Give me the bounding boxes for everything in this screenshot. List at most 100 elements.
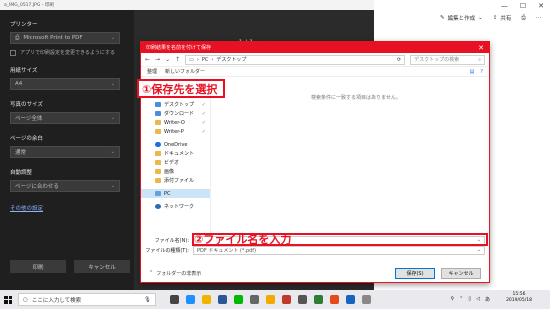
filetype-label: ファイルの種類(T): bbox=[145, 247, 189, 254]
organize-button[interactable]: 整理 bbox=[147, 68, 157, 75]
more-icon[interactable]: ⋯ bbox=[536, 15, 542, 21]
photos-toolbar: ✎ 編集と作成 ⌄ ⇪ 共有 ⎙ ⋯ bbox=[440, 14, 542, 23]
nav-item-pictures[interactable]: 画像 bbox=[141, 167, 210, 176]
printer-select[interactable]: ⎙ Microsoft Print to PDF ⌄ bbox=[10, 32, 120, 44]
pc-icon bbox=[155, 191, 161, 196]
app-icon-red[interactable] bbox=[282, 295, 291, 304]
help-icon[interactable]: ? bbox=[480, 69, 483, 75]
word-icon[interactable] bbox=[346, 295, 355, 304]
excel-icon[interactable] bbox=[314, 295, 323, 304]
printer-label: プリンター bbox=[10, 22, 38, 28]
print-settings-pane: プリンター ⎙ Microsoft Print to PDF ⌄ アプリで印刷設… bbox=[0, 10, 134, 290]
microphone-icon[interactable]: 🎙 bbox=[144, 297, 151, 303]
new-folder-button[interactable]: 新しいフォルダー bbox=[165, 68, 205, 75]
chevron-down-icon: ⌄ bbox=[476, 247, 481, 253]
view-options-icon[interactable]: ▤ bbox=[470, 69, 475, 75]
annotation-step2: ②ファイル名を入力 bbox=[194, 233, 292, 246]
file-explorer-icon[interactable] bbox=[202, 295, 211, 304]
network-icon bbox=[155, 204, 161, 209]
auto-adjust-select[interactable]: ページに合わせる ⌄ bbox=[10, 180, 120, 192]
pin-icon: ✓ bbox=[201, 110, 206, 117]
search-icon: ⌕ bbox=[478, 56, 481, 63]
nav-item-pc[interactable]: PC bbox=[141, 189, 210, 198]
other-settings-link[interactable]: その他の設定 bbox=[10, 204, 124, 212]
nav-item-writer-o[interactable]: Writer-O ✓ bbox=[141, 118, 210, 127]
address-row: ← → ⌄ ↑ ▭ › PC › デスクトップ ⟳ デスクトップの検索 ⌕ bbox=[141, 53, 489, 67]
nav-item-network[interactable]: ネットワーク bbox=[141, 202, 210, 211]
folder-icon bbox=[155, 169, 161, 174]
volume-icon[interactable]: ◁ bbox=[476, 296, 480, 303]
hide-folders-toggle[interactable]: ⌃ フォルダーの非表示 bbox=[149, 270, 201, 277]
maximize-icon[interactable]: ☐ bbox=[520, 2, 526, 10]
forward-arrow-icon[interactable]: → bbox=[155, 56, 160, 63]
search-input[interactable]: デスクトップの検索 ⌕ bbox=[410, 54, 485, 65]
line-app-icon[interactable] bbox=[234, 295, 243, 304]
print-cancel-button[interactable]: キャンセル bbox=[74, 260, 130, 273]
breadcrumb-pc[interactable]: PC bbox=[202, 57, 209, 63]
chevron-down-icon: ⌄ bbox=[478, 15, 483, 21]
ime-indicator[interactable]: あ bbox=[485, 296, 490, 303]
paper-size-select[interactable]: A4 ⌄ bbox=[10, 78, 120, 90]
task-view-icon[interactable] bbox=[170, 295, 179, 304]
app-icon-gray[interactable] bbox=[298, 295, 307, 304]
save-dialog-titlebar: 印刷結果を名前を付けて保存 ✕ bbox=[141, 42, 489, 53]
folder-icon bbox=[155, 151, 161, 156]
nav-item-documents[interactable]: ドキュメント bbox=[141, 149, 210, 158]
paper-size-label: 用紙サイズ bbox=[10, 68, 38, 74]
pin-icon: ✓ bbox=[201, 101, 206, 108]
nav-item-desktop[interactable]: デスクトップ ✓ bbox=[141, 100, 210, 109]
photos-icon[interactable] bbox=[362, 295, 371, 304]
taskbar-search[interactable]: ○ ここに入力して検索 🎙 bbox=[18, 293, 156, 306]
refresh-icon[interactable]: ⟳ bbox=[397, 57, 401, 63]
pin-icon: ✓ bbox=[201, 119, 206, 126]
chevron-down-icon: ⌄ bbox=[110, 149, 115, 155]
chevron-down-icon: ⌄ bbox=[110, 115, 115, 121]
margin-select[interactable]: 通常 ⌄ bbox=[10, 146, 120, 158]
print-icon[interactable]: ⎙ bbox=[521, 15, 525, 22]
back-arrow-icon[interactable]: ← bbox=[145, 56, 150, 63]
taskbar-clock[interactable]: 15:56 2019/05/18 bbox=[506, 292, 532, 304]
print-button[interactable]: 印刷 bbox=[10, 260, 66, 273]
window-controls: — ☐ ✕ bbox=[501, 2, 544, 10]
folder-icon bbox=[155, 120, 161, 125]
save-button[interactable]: 保存(S) bbox=[395, 267, 435, 279]
chevron-down-icon: ⌄ bbox=[110, 35, 115, 41]
chevron-down-icon[interactable]: ⌄ bbox=[165, 56, 170, 63]
up-arrow-icon[interactable]: ↑ bbox=[175, 56, 180, 63]
app-settings-checkbox[interactable]: アプリで印刷設定を変更できるようにする bbox=[10, 49, 124, 56]
folder-icon bbox=[155, 160, 161, 165]
powerpoint-icon[interactable] bbox=[330, 295, 339, 304]
address-bar[interactable]: ▭ › PC › デスクトップ ⟳ bbox=[185, 54, 406, 65]
network-icon[interactable]: ▯ bbox=[468, 296, 471, 303]
breadcrumb-desktop[interactable]: デスクトップ bbox=[216, 56, 246, 63]
close-icon[interactable]: ✕ bbox=[478, 44, 484, 52]
minimize-icon[interactable]: — bbox=[501, 2, 508, 10]
cancel-button[interactable]: キャンセル bbox=[441, 267, 481, 279]
folder-blue-icon bbox=[155, 102, 161, 107]
share-icon: ⇪ bbox=[492, 15, 498, 21]
chevron-up-icon[interactable]: ⌃ bbox=[459, 296, 463, 303]
photo-size-label: 写真のサイズ bbox=[10, 102, 43, 108]
photo-size-select[interactable]: ページ全体 ⌄ bbox=[10, 112, 120, 124]
edge-browser-icon[interactable] bbox=[186, 295, 195, 304]
system-tray: ⚲ ⌃ ▯ ◁ あ bbox=[450, 296, 490, 303]
nav-item-videos[interactable]: ビデオ bbox=[141, 158, 210, 167]
store-icon[interactable] bbox=[218, 295, 227, 304]
share-button[interactable]: ⇪ 共有 bbox=[493, 14, 512, 22]
close-icon[interactable]: ✕ bbox=[538, 2, 544, 10]
pin-icon: ✓ bbox=[201, 128, 206, 135]
nav-item-downloads[interactable]: ダウンロード ✓ bbox=[141, 109, 210, 118]
app-icon[interactable] bbox=[250, 295, 259, 304]
print-titlebar: a_IMG_0517.JPG - 印刷 bbox=[0, 0, 374, 10]
folder-icon bbox=[155, 178, 161, 183]
nav-item-writer-p[interactable]: Writer-P ✓ bbox=[141, 127, 210, 136]
windows-start-icon[interactable] bbox=[4, 295, 12, 304]
nav-item-attachments[interactable]: 添付ファイル bbox=[141, 176, 210, 185]
dialog-bottom-row: ⌃ フォルダーの非表示 保存(S) キャンセル bbox=[141, 264, 489, 282]
person-icon[interactable]: ⚲ bbox=[450, 296, 454, 303]
empty-folder-message: 検索条件に一致する項目はありません。 bbox=[311, 95, 401, 101]
chrome-icon[interactable] bbox=[266, 295, 275, 304]
edit-create-button[interactable]: ✎ 編集と作成 ⌄ bbox=[440, 14, 483, 22]
nav-item-onedrive[interactable]: OneDrive bbox=[141, 140, 210, 149]
chevron-up-icon: ⌃ bbox=[149, 270, 154, 276]
